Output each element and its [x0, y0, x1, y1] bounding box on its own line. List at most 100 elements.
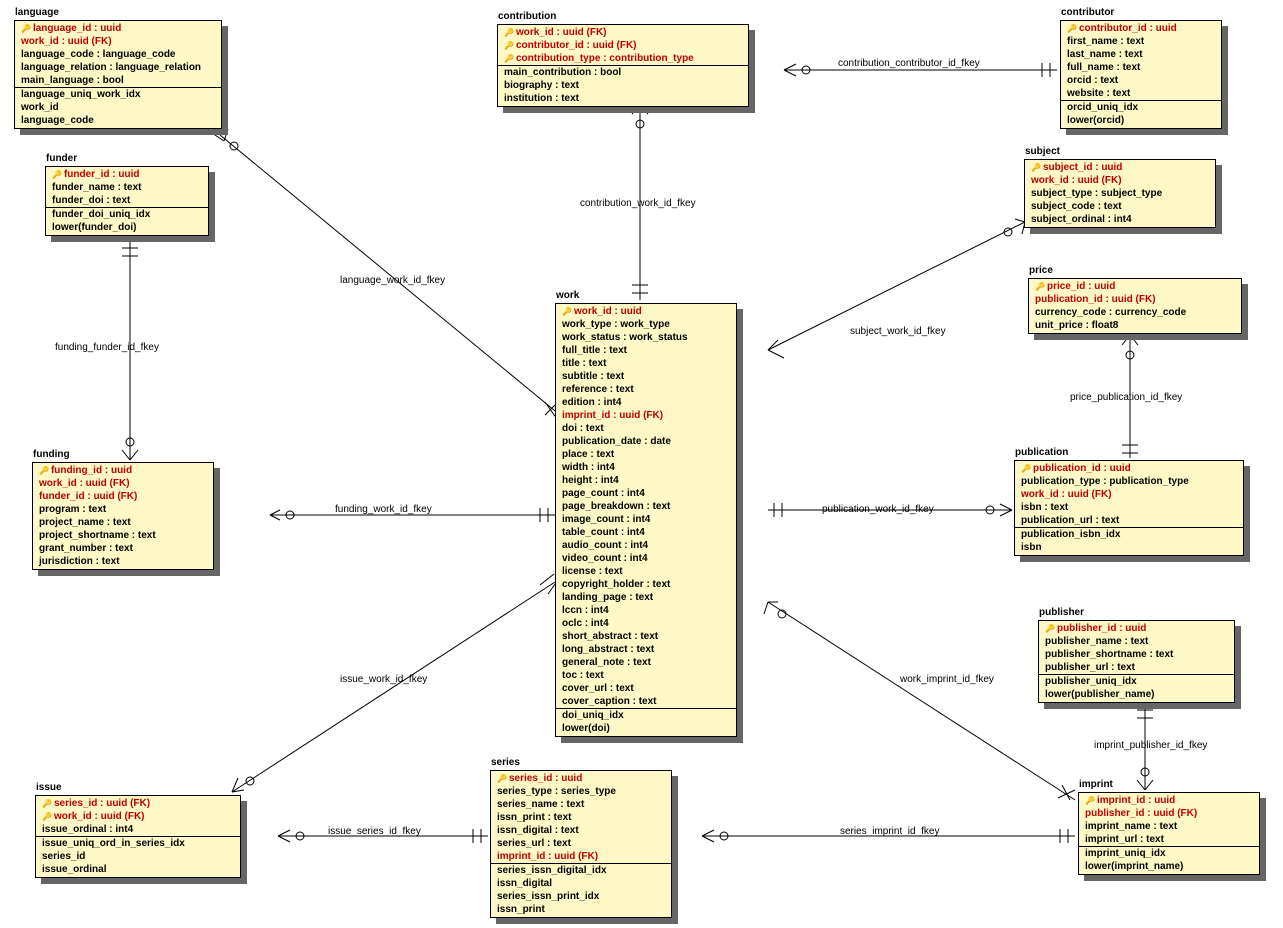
- entity-series[interactable]: series 🔑series_id : uuidseries_type : se…: [490, 770, 672, 918]
- key-icon: 🔑: [1067, 24, 1077, 33]
- entity-field: work_id : uuid (FK): [1025, 174, 1215, 187]
- entity-title: publisher: [1039, 607, 1084, 618]
- entity-field: series_issn_print_idx: [491, 890, 671, 903]
- entity-field: long_abstract : text: [556, 643, 736, 656]
- entity-language[interactable]: language 🔑language_id : uuidwork_id : uu…: [14, 20, 222, 129]
- entity-field: work_id: [15, 101, 221, 114]
- entity-field: publisher_shortname : text: [1039, 648, 1234, 661]
- entity-field: grant_number : text: [33, 542, 213, 555]
- entity-publisher[interactable]: publisher 🔑publisher_id : uuidpublisher_…: [1038, 620, 1235, 703]
- rel-label: publication_work_id_fkey: [822, 504, 934, 515]
- entity-field: work_id : uuid (FK): [33, 477, 213, 490]
- entity-contribution[interactable]: contribution 🔑work_id : uuid (FK)🔑contri…: [497, 24, 749, 107]
- entity-field: publication_isbn_idx: [1015, 528, 1243, 541]
- entity-title: contributor: [1061, 7, 1114, 18]
- entity-field: publication_id : uuid (FK): [1029, 293, 1241, 306]
- entity-funder[interactable]: funder 🔑funder_id : uuidfunder_name : te…: [45, 166, 209, 236]
- entity-field: publisher_url : text: [1039, 661, 1234, 674]
- entity-field: language_uniq_work_idx: [15, 88, 221, 101]
- entity-field: 🔑imprint_id : uuid: [1079, 794, 1259, 807]
- entity-title: funder: [46, 153, 77, 164]
- entity-imprint[interactable]: imprint 🔑imprint_id : uuidpublisher_id :…: [1078, 792, 1260, 875]
- entity-field: issn_digital : text: [491, 824, 671, 837]
- key-icon: 🔑: [42, 799, 52, 808]
- entity-field: lccn : int4: [556, 604, 736, 617]
- entity-work[interactable]: work 🔑work_id : uuidwork_type : work_typ…: [555, 303, 737, 737]
- entity-subject[interactable]: subject 🔑subject_id : uuidwork_id : uuid…: [1024, 159, 1216, 228]
- entity-price[interactable]: price 🔑price_id : uuidpublication_id : u…: [1028, 278, 1242, 334]
- rel-label: price_publication_id_fkey: [1070, 392, 1182, 403]
- entity-field: 🔑contributor_id : uuid (FK): [498, 39, 748, 52]
- entity-field: lower(orcid): [1061, 114, 1221, 127]
- entity-field: 🔑language_id : uuid: [15, 22, 221, 35]
- entity-title: work: [556, 290, 579, 301]
- rel-label: contribution_work_id_fkey: [580, 198, 696, 209]
- entity-field: 🔑funder_id : uuid: [46, 168, 208, 181]
- key-icon: 🔑: [1035, 282, 1045, 291]
- entity-field: publisher_id : uuid (FK): [1079, 807, 1259, 820]
- entity-field: main_language : bool: [15, 74, 221, 87]
- entity-field: place : text: [556, 448, 736, 461]
- entity-field: language_relation : language_relation: [15, 61, 221, 74]
- key-icon: 🔑: [1085, 796, 1095, 805]
- entity-field: publisher_name : text: [1039, 635, 1234, 648]
- entity-field: funder_doi_uniq_idx: [46, 208, 208, 221]
- entity-field: 🔑contribution_type : contribution_type: [498, 52, 748, 65]
- entity-field: table_count : int4: [556, 526, 736, 539]
- key-icon: 🔑: [504, 28, 514, 37]
- entity-field: license : text: [556, 565, 736, 578]
- erd-canvas: language 🔑language_id : uuidwork_id : uu…: [0, 0, 1283, 928]
- entity-field: edition : int4: [556, 396, 736, 409]
- entity-field: imprint_url : text: [1079, 833, 1259, 846]
- entity-field: 🔑work_id : uuid (FK): [498, 26, 748, 39]
- entity-field: lower(funder_doi): [46, 221, 208, 234]
- entity-field: series_issn_digital_idx: [491, 864, 671, 877]
- entity-field: project_name : text: [33, 516, 213, 529]
- entity-field: last_name : text: [1061, 48, 1221, 61]
- entity-field: biography : text: [498, 79, 748, 92]
- entity-field: 🔑price_id : uuid: [1029, 280, 1241, 293]
- key-icon: 🔑: [562, 307, 572, 316]
- entity-field: reference : text: [556, 383, 736, 396]
- entity-title: subject: [1025, 146, 1060, 157]
- entity-field: funder_id : uuid (FK): [33, 490, 213, 503]
- entity-field: doi : text: [556, 422, 736, 435]
- entity-field: language_code: [15, 114, 221, 127]
- entity-field: publication_date : date: [556, 435, 736, 448]
- entity-field: 🔑subject_id : uuid: [1025, 161, 1215, 174]
- key-icon: 🔑: [39, 466, 49, 475]
- entity-title: publication: [1015, 447, 1068, 458]
- key-icon: 🔑: [52, 170, 62, 179]
- entity-contributor[interactable]: contributor 🔑contributor_id : uuidfirst_…: [1060, 20, 1222, 129]
- entity-field: height : int4: [556, 474, 736, 487]
- entity-field: subject_code : text: [1025, 200, 1215, 213]
- entity-field: doi_uniq_idx: [556, 709, 736, 722]
- rel-label: funding_work_id_fkey: [335, 504, 432, 515]
- entity-field: image_count : int4: [556, 513, 736, 526]
- entity-field: publication_url : text: [1015, 514, 1243, 527]
- entity-field: work_id : uuid (FK): [15, 35, 221, 48]
- entity-field: website : text: [1061, 87, 1221, 100]
- rel-label: series_imprint_id_fkey: [840, 826, 940, 837]
- entity-issue[interactable]: issue 🔑series_id : uuid (FK)🔑work_id : u…: [35, 795, 241, 878]
- entity-field: issue_uniq_ord_in_series_idx: [36, 837, 240, 850]
- entity-field: landing_page : text: [556, 591, 736, 604]
- entity-publication[interactable]: publication 🔑publication_id : uuidpublic…: [1014, 460, 1244, 556]
- entity-field: work_id : uuid (FK): [1015, 488, 1243, 501]
- entity-field: video_count : int4: [556, 552, 736, 565]
- key-icon: 🔑: [1031, 163, 1041, 172]
- entity-field: cover_url : text: [556, 682, 736, 695]
- key-icon: 🔑: [497, 774, 507, 783]
- entity-field: series_url : text: [491, 837, 671, 850]
- entity-field: unit_price : float8: [1029, 319, 1241, 332]
- entity-field: series_type : series_type: [491, 785, 671, 798]
- entity-title: funding: [33, 449, 70, 460]
- entity-field: main_contribution : bool: [498, 66, 748, 79]
- entity-funding[interactable]: funding 🔑funding_id : uuidwork_id : uuid…: [32, 462, 214, 570]
- entity-field: issn_digital: [491, 877, 671, 890]
- entity-field: issue_ordinal: [36, 863, 240, 876]
- entity-field: full_title : text: [556, 344, 736, 357]
- entity-field: currency_code : currency_code: [1029, 306, 1241, 319]
- entity-title: series: [491, 757, 520, 768]
- entity-field: lower(publisher_name): [1039, 688, 1234, 701]
